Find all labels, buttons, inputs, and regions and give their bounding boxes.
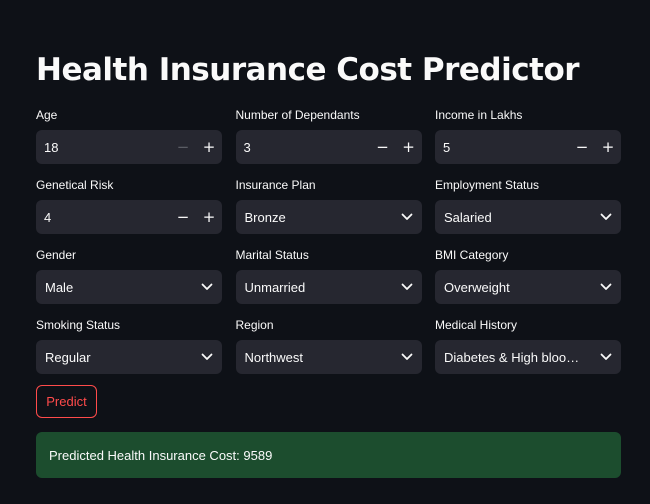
- genetical-risk-increment-plus-icon[interactable]: +: [196, 200, 222, 234]
- dependants-label: Number of Dependants: [235, 108, 360, 122]
- gender-select[interactable]: Male: [36, 270, 222, 304]
- marital-status-select[interactable]: Unmarried: [235, 270, 422, 304]
- field-employment-status: Employment Status Salaried: [435, 178, 621, 234]
- dependants-decrement-minus-icon[interactable]: −: [370, 130, 396, 164]
- dependants-number-input[interactable]: 3 − +: [235, 130, 422, 164]
- field-insurance-plan: Insurance Plan Bronze: [235, 178, 422, 234]
- age-label: Age: [36, 108, 58, 122]
- chevron-down-icon[interactable]: [591, 200, 621, 234]
- field-dependants: Number of Dependants 3 − +: [235, 108, 422, 164]
- genetical-risk-decrement-minus-icon[interactable]: −: [170, 200, 196, 234]
- prediction-result: Predicted Health Insurance Cost: 9589: [36, 432, 621, 478]
- genetical-risk-label: Genetical Risk: [36, 178, 114, 192]
- field-genetical-risk: Genetical Risk 4 − +: [36, 178, 222, 234]
- chevron-down-icon[interactable]: [192, 340, 222, 374]
- insurance-plan-select[interactable]: Bronze: [235, 200, 422, 234]
- field-smoking-status: Smoking Status Regular: [36, 318, 222, 374]
- chevron-down-icon[interactable]: [591, 340, 621, 374]
- app-root: Health Insurance Cost Predictor Age 18 −…: [0, 0, 650, 504]
- marital-status-value: Unmarried: [244, 279, 306, 295]
- genetical-risk-value[interactable]: 4: [36, 210, 170, 225]
- income-label: Income in Lakhs: [435, 108, 523, 122]
- field-region: Region Northwest: [235, 318, 422, 374]
- chevron-down-icon[interactable]: [591, 270, 621, 304]
- region-select[interactable]: Northwest: [235, 340, 422, 374]
- dependants-stepper: − +: [370, 130, 422, 164]
- chevron-down-icon[interactable]: [392, 270, 422, 304]
- region-value: Northwest: [244, 349, 304, 365]
- smoking-status-value: Regular: [45, 349, 91, 365]
- age-stepper: − +: [170, 130, 222, 164]
- field-gender: Gender Male: [36, 248, 222, 304]
- income-value[interactable]: 5: [435, 140, 569, 155]
- insurance-plan-label: Insurance Plan: [235, 178, 316, 192]
- genetical-risk-number-input[interactable]: 4 − +: [36, 200, 222, 234]
- smoking-status-label: Smoking Status: [36, 318, 121, 332]
- chevron-down-icon[interactable]: [192, 270, 222, 304]
- bmi-category-value: Overweight: [444, 279, 510, 295]
- chevron-down-icon[interactable]: [392, 200, 422, 234]
- medical-history-value: Diabetes & High blood pressure: [444, 349, 591, 365]
- income-stepper: − +: [569, 130, 621, 164]
- predict-button[interactable]: Predict: [36, 385, 97, 418]
- employment-status-select[interactable]: Salaried: [435, 200, 621, 234]
- chevron-down-icon[interactable]: [392, 340, 422, 374]
- field-medical-history: Medical History Diabetes & High blood pr…: [435, 318, 621, 374]
- income-decrement-minus-icon[interactable]: −: [569, 130, 595, 164]
- smoking-status-select[interactable]: Regular: [36, 340, 222, 374]
- income-increment-plus-icon[interactable]: +: [595, 130, 621, 164]
- medical-history-label: Medical History: [435, 318, 518, 332]
- genetical-risk-stepper: − +: [170, 200, 222, 234]
- insurance-plan-value: Bronze: [244, 209, 286, 225]
- field-income: Income in Lakhs 5 − +: [435, 108, 621, 164]
- gender-label: Gender: [36, 248, 77, 262]
- bmi-category-label: BMI Category: [435, 248, 509, 262]
- bmi-category-select[interactable]: Overweight: [435, 270, 621, 304]
- field-bmi-category: BMI Category Overweight: [435, 248, 621, 304]
- dependants-value[interactable]: 3: [236, 140, 370, 155]
- age-decrement-minus-icon[interactable]: −: [170, 130, 196, 164]
- page-title: Health Insurance Cost Predictor: [36, 52, 580, 88]
- field-marital-status: Marital Status Unmarried: [235, 248, 422, 304]
- prediction-result-text: Predicted Health Insurance Cost: 9589: [49, 447, 273, 463]
- income-number-input[interactable]: 5 − +: [435, 130, 621, 164]
- age-increment-plus-icon[interactable]: +: [196, 130, 222, 164]
- dependants-increment-plus-icon[interactable]: +: [396, 130, 422, 164]
- marital-status-label: Marital Status: [235, 248, 309, 262]
- medical-history-select[interactable]: Diabetes & High blood pressure: [435, 340, 621, 374]
- employment-status-value: Salaried: [444, 209, 492, 225]
- region-label: Region: [235, 318, 274, 332]
- field-age: Age 18 − +: [36, 108, 222, 164]
- form-grid: Age 18 − + Number of Dependants 3 − + In…: [36, 108, 621, 374]
- gender-value: Male: [45, 279, 74, 295]
- age-value[interactable]: 18: [36, 140, 170, 155]
- employment-status-label: Employment Status: [435, 178, 540, 192]
- age-number-input[interactable]: 18 − +: [36, 130, 222, 164]
